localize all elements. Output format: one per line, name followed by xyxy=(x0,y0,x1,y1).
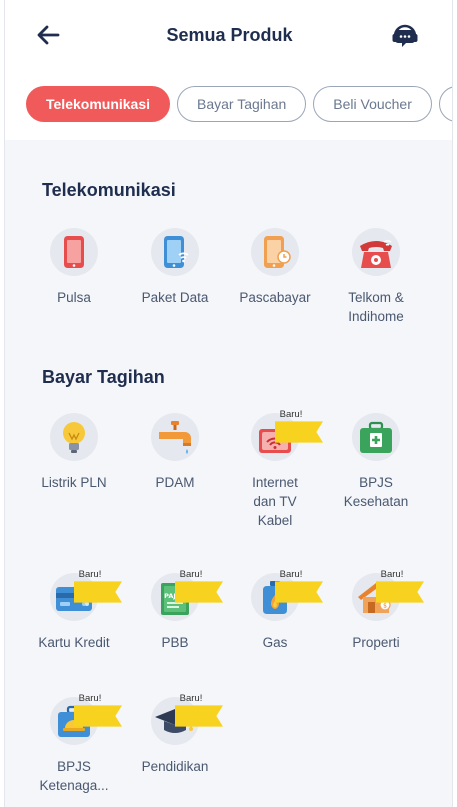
phone-icon xyxy=(50,228,98,276)
graduation-cap-icon: Baru! xyxy=(151,693,223,745)
product-label: Kartu Kredit xyxy=(38,635,110,650)
product-internet-tv-kabel[interactable]: Baru! Internet dan TV Kabel xyxy=(225,409,325,530)
product-properti[interactable]: $ Baru! Properti xyxy=(326,569,426,652)
arrow-left-icon[interactable] xyxy=(35,22,61,48)
gas-canister-icon: Baru! xyxy=(251,569,323,621)
tab-more[interactable] xyxy=(438,86,452,122)
product-pendidikan[interactable]: Baru! Pendidikan xyxy=(125,693,225,776)
telephone-icon xyxy=(352,228,400,276)
section-title-bayar-tagihan: Bayar Tagihan xyxy=(42,367,165,387)
phone-clock-icon xyxy=(251,228,299,276)
new-badge: Baru! xyxy=(74,568,122,603)
product-label: Pendidikan xyxy=(141,759,209,774)
product-label: Internet dan TV Kabel xyxy=(252,475,298,528)
helmet-bag-icon: Baru! xyxy=(50,693,122,745)
product-label: BPJS Ketenaga... xyxy=(39,759,109,793)
product-label: Properti xyxy=(352,635,400,650)
tab-telekomunikasi[interactable]: Telekomunikasi xyxy=(26,86,171,122)
app-frame: Semua Produk Telekomunikasi Bayar Tagiha… xyxy=(4,0,453,807)
tab-bayar-tagihan[interactable]: Bayar Tagihan xyxy=(177,86,307,122)
product-list: Telekomunikasi Pulsa Paket Data Pascabay… xyxy=(5,140,452,807)
product-label: PDAM xyxy=(155,475,195,490)
new-badge: Baru! xyxy=(175,692,223,727)
product-bpjs-ketenagakerjaan[interactable]: Baru! BPJS Ketenaga... xyxy=(24,693,124,795)
new-badge: Baru! xyxy=(74,692,122,727)
product-label: BPJS Kesehatan xyxy=(343,475,409,509)
product-label: Listrik PLN xyxy=(41,475,107,490)
product-pascabayar[interactable]: Pascabayar xyxy=(225,228,325,307)
new-badge: Baru! xyxy=(275,568,323,603)
product-gas[interactable]: Baru! Gas xyxy=(225,569,325,652)
page-title: Semua Produk xyxy=(166,24,293,45)
product-bpjs-kesehatan[interactable]: BPJS Kesehatan xyxy=(326,413,426,511)
product-label: Pascabayar xyxy=(239,290,311,305)
house-icon: $ Baru! xyxy=(352,569,424,621)
product-pulsa[interactable]: Pulsa xyxy=(24,228,124,307)
product-pbb[interactable]: PAJAK Baru! PBB xyxy=(125,569,225,652)
product-kartu-kredit[interactable]: Baru! Kartu Kredit xyxy=(24,569,124,652)
top-bar: Semua Produk xyxy=(5,0,452,70)
medical-bag-icon xyxy=(352,413,400,461)
product-label: Paket Data xyxy=(141,290,209,305)
water-tap-icon xyxy=(151,413,199,461)
product-paket-data[interactable]: Paket Data xyxy=(125,228,225,307)
product-label: PBB xyxy=(161,635,189,650)
new-badge: Baru! xyxy=(175,568,223,603)
product-listrik-pln[interactable]: Listrik PLN xyxy=(24,413,124,492)
credit-card-icon: Baru! xyxy=(50,569,122,621)
category-tabs: Telekomunikasi Bayar Tagihan Beli Vouche… xyxy=(5,70,452,140)
headset-chat-icon[interactable] xyxy=(390,20,420,50)
tax-document-icon: PAJAK Baru! xyxy=(151,569,223,621)
product-telkom-indihome[interactable]: Telkom & Indihome xyxy=(326,228,426,326)
router-icon: Baru! xyxy=(251,409,323,461)
product-label: Pulsa xyxy=(57,290,91,305)
lightbulb-icon xyxy=(50,413,98,461)
section-title-telekomunikasi: Telekomunikasi xyxy=(42,180,176,200)
product-label: Telkom & Indihome xyxy=(348,290,404,324)
new-badge: Baru! xyxy=(275,408,323,443)
new-badge: Baru! xyxy=(376,568,424,603)
tab-beli-voucher[interactable]: Beli Voucher xyxy=(313,86,432,122)
product-label: Gas xyxy=(262,635,288,650)
product-pdam[interactable]: PDAM xyxy=(125,413,225,492)
phone-wifi-icon xyxy=(151,228,199,276)
